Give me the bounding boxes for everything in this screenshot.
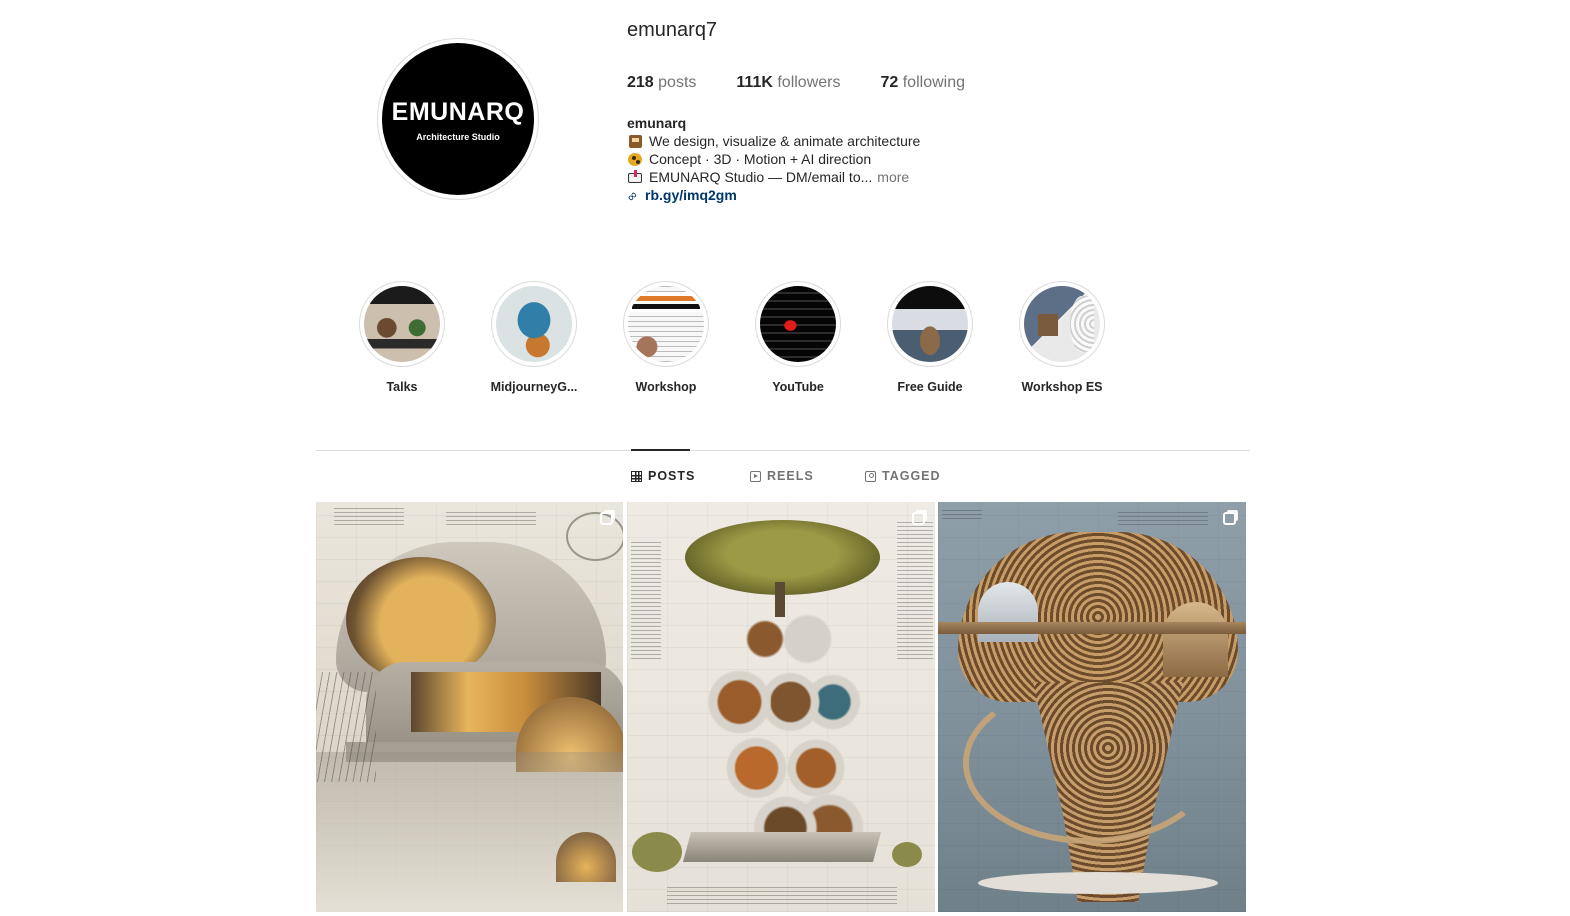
- highlight-workshop-es[interactable]: Workshop ES: [997, 281, 1127, 394]
- stat-followers-label: followers: [777, 74, 841, 91]
- tab-posts[interactable]: POSTS: [631, 469, 695, 483]
- tabs-divider: [316, 450, 1250, 451]
- reels-icon: [750, 470, 761, 482]
- highlight-free-guide[interactable]: Free Guide: [865, 281, 995, 394]
- active-tab-indicator: [631, 449, 690, 451]
- highlight-ring[interactable]: [491, 281, 577, 367]
- stat-followers[interactable]: 111K followers: [736, 74, 840, 92]
- bio-line: EMUNARQ Studio — DM/email to... more: [627, 168, 920, 186]
- bio-link[interactable]: ∞ rb.gy/imq2gm: [623, 186, 920, 205]
- building-construction-icon: [627, 134, 644, 149]
- highlight-workshop[interactable]: Workshop: [601, 281, 731, 394]
- stat-posts-label: posts: [658, 74, 697, 91]
- artist-palette-icon: [627, 152, 644, 167]
- avatar-brand-text: EMUNARQ: [391, 98, 525, 126]
- bio-line: We design, visualize & animate architect…: [627, 132, 920, 150]
- highlight-label: Workshop: [635, 380, 697, 394]
- carousel-icon: [1223, 512, 1236, 525]
- stat-following-value: 72: [880, 74, 899, 91]
- post-tile[interactable]: [316, 502, 623, 912]
- highlight-thumbnail: [496, 286, 572, 362]
- bio-line: Concept · 3D · Motion + AI direction: [627, 150, 920, 168]
- highlight-talks[interactable]: Talks: [337, 281, 467, 394]
- bio-more-button[interactable]: more: [877, 168, 909, 186]
- stat-followers-value: 111K: [736, 74, 773, 91]
- highlight-midjourney-guide[interactable]: MidjourneyG...: [469, 281, 599, 394]
- highlight-label: Talks: [386, 380, 418, 394]
- highlight-ring[interactable]: [755, 281, 841, 367]
- stat-posts-value: 218: [627, 74, 654, 91]
- highlight-ring[interactable]: [623, 281, 709, 367]
- highlight-label: Free Guide: [897, 380, 963, 394]
- post-tile[interactable]: [627, 502, 935, 912]
- highlight-label: YouTube: [772, 380, 824, 394]
- highlight-thumbnail: [1024, 286, 1100, 362]
- highlight-thumbnail: [628, 286, 704, 362]
- tab-reels-label: REELS: [767, 469, 814, 483]
- bio-line-text: EMUNARQ Studio — DM/email to...: [649, 169, 873, 185]
- profile-avatar[interactable]: EMUNARQ Architecture Studio: [382, 43, 534, 195]
- profile-bio: emunarq We design, visualize & animate a…: [623, 114, 920, 205]
- stat-following[interactable]: 72 following: [880, 74, 965, 92]
- tab-tagged-label: TAGGED: [882, 469, 941, 483]
- tab-tagged[interactable]: TAGGED: [865, 469, 941, 483]
- highlight-ring[interactable]: [887, 281, 973, 367]
- carousel-icon: [600, 512, 613, 525]
- tagged-icon: [865, 470, 876, 482]
- tab-reels[interactable]: REELS: [750, 469, 814, 483]
- tab-posts-label: POSTS: [648, 469, 696, 483]
- profile-username: emunarq7: [627, 19, 718, 41]
- carousel-icon: [912, 512, 925, 525]
- bio-line-text: We design, visualize & animate architect…: [649, 133, 921, 149]
- highlight-ring[interactable]: [359, 281, 445, 367]
- highlight-ring[interactable]: [1019, 281, 1105, 367]
- stat-following-label: following: [902, 74, 965, 91]
- inbox-tray-icon: [627, 169, 644, 185]
- link-icon: ∞: [623, 187, 641, 205]
- post-tile[interactable]: [938, 502, 1246, 912]
- highlight-label: MidjourneyG...: [490, 380, 578, 394]
- highlight-thumbnail: [760, 286, 836, 362]
- profile-stats: 218 posts 111K followers 72 following: [627, 74, 965, 92]
- bio-name: emunarq: [627, 115, 687, 131]
- avatar-subtitle-text: Architecture Studio: [416, 132, 500, 142]
- bio-line-text: Concept · 3D · Motion + AI direction: [649, 151, 872, 167]
- highlight-label: Workshop ES: [1021, 380, 1103, 394]
- highlight-thumbnail: [892, 286, 968, 362]
- stat-posts: 218 posts: [627, 74, 696, 92]
- bio-link-text[interactable]: rb.gy/imq2gm: [645, 186, 737, 204]
- grid-icon: [631, 470, 642, 482]
- highlight-youtube[interactable]: YouTube: [733, 281, 863, 394]
- highlight-thumbnail: [364, 286, 440, 362]
